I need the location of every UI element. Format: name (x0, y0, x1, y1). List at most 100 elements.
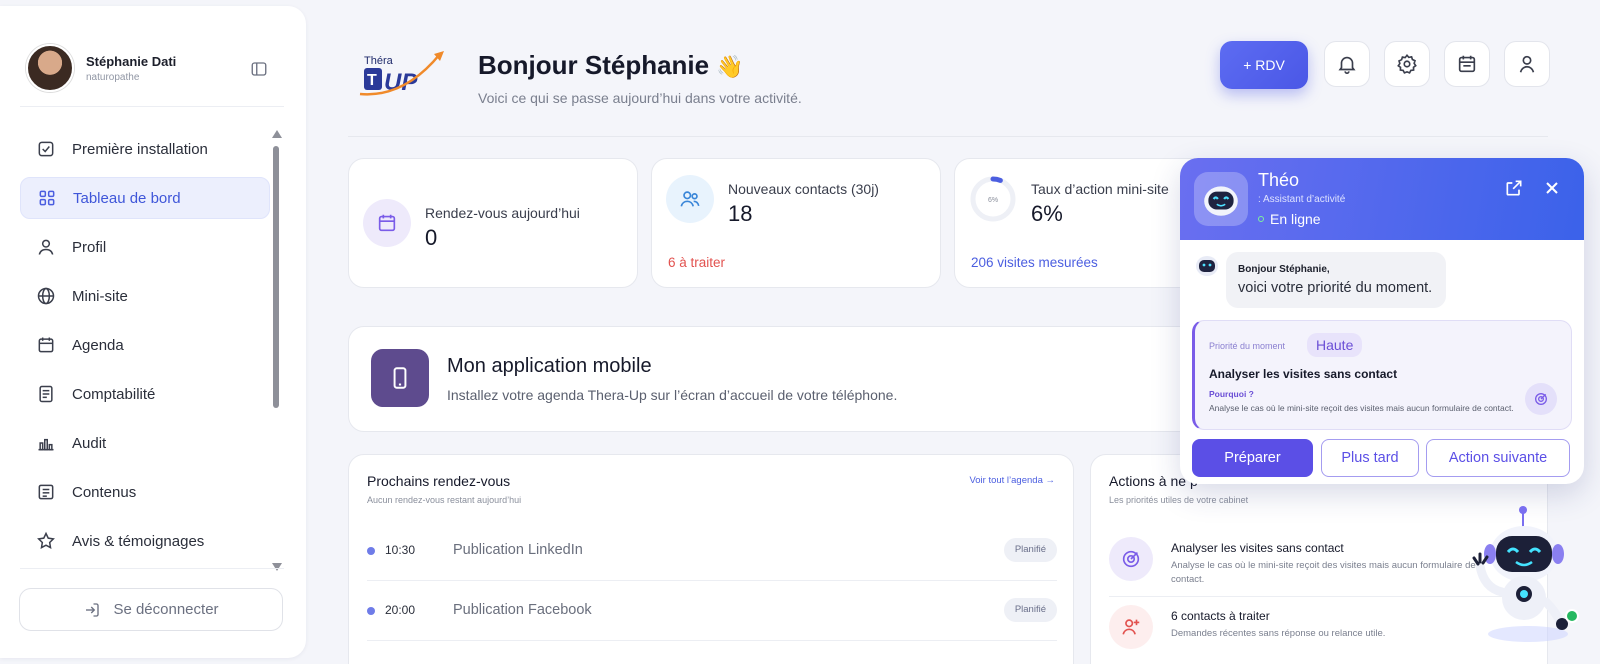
page-subtitle: Voici ce qui se passe aujourd’hui dans v… (478, 90, 802, 106)
sidebar-item-premiere-installation[interactable]: Première installation (20, 128, 270, 170)
document-icon (36, 482, 56, 502)
kpi-card-rdv-today[interactable]: Rendez-vous aujourd’hui 0 (348, 158, 638, 288)
avatar (26, 44, 74, 92)
sidebar-item-agenda[interactable]: Agenda (20, 324, 270, 366)
progress-ring: 6% (969, 175, 1017, 223)
assistant-role: : Assistant d’activité (1258, 194, 1346, 205)
sidebar: Stéphanie Dati naturopathe Première inst… (0, 6, 306, 658)
user-icon (1516, 53, 1538, 75)
target-icon[interactable] (1525, 383, 1557, 415)
calendar-button[interactable] (1444, 41, 1490, 87)
status-dot (1258, 216, 1264, 222)
scroll-down-arrow[interactable] (272, 563, 282, 571)
appointment-time: 20:00 (385, 603, 416, 617)
prepare-button[interactable]: Préparer (1192, 439, 1313, 477)
close-icon[interactable] (1542, 178, 1562, 198)
sidebar-item-audit[interactable]: Audit (20, 422, 270, 464)
user-plus-icon (1109, 605, 1153, 649)
users-icon (666, 175, 714, 223)
sidebar-item-comptabilite[interactable]: Comptabilité (20, 373, 270, 415)
action-desc: Analyse le cas où le mini-site reçoit de… (1171, 560, 1476, 585)
kpi-alert-link[interactable]: 6 à traiter (668, 255, 725, 270)
scroll-up-arrow[interactable] (272, 130, 282, 138)
external-link-icon[interactable] (1504, 178, 1524, 198)
status-text: En ligne (1270, 211, 1321, 227)
globe-icon (36, 286, 56, 306)
status-badge: Planifié (1003, 598, 1057, 622)
action-item[interactable]: Analyser les visites sans contact Analys… (1109, 537, 1529, 597)
sidebar-item-contenus[interactable]: Contenus (20, 471, 270, 513)
status-dot (367, 547, 375, 555)
priority-card[interactable]: Priorité du moment Haute Analyser les vi… (1192, 320, 1572, 430)
bell-icon (1336, 53, 1358, 75)
sidebar-item-avis-temoignages[interactable]: Avis & témoignages (20, 520, 270, 562)
sidebar-item-mini-site[interactable]: Mini-site (20, 275, 270, 317)
page-title: Bonjour Stéphanie 👋 (478, 50, 744, 81)
sidebar-item-profil[interactable]: Profil (20, 226, 270, 268)
checkbox-icon (36, 139, 56, 159)
mobile-title: Mon application mobile (447, 355, 652, 377)
calendar-icon (36, 335, 56, 355)
wave-icon: 👋 (716, 54, 744, 79)
later-button[interactable]: Plus tard (1321, 439, 1419, 477)
assistant-name: Théo (1258, 170, 1300, 190)
action-item[interactable]: 6 contacts à traiter Demandes récentes s… (1109, 605, 1529, 655)
notifications-button[interactable] (1324, 41, 1370, 87)
robot-avatar-icon (1194, 252, 1220, 278)
star-icon (36, 531, 56, 551)
view-agenda-link[interactable]: Voir tout l’agenda → (969, 475, 1055, 486)
sidebar-item-label: Agenda (72, 336, 124, 354)
kpi-label: Rendez-vous aujourd’hui (425, 205, 580, 221)
priority-label: Priorité du moment (1209, 341, 1286, 351)
sidebar-item-label: Mini-site (72, 287, 128, 305)
user-role: naturopathe (86, 71, 140, 83)
scroll-thumb[interactable] (273, 146, 279, 408)
sidebar-item-label: Tableau de bord (73, 189, 181, 207)
settings-button[interactable] (1384, 41, 1430, 87)
kpi-value: 0 (425, 225, 438, 250)
new-rdv-button[interactable]: + RDV (1220, 41, 1308, 89)
status-badge: Planifié (1003, 538, 1057, 562)
sidebar-item-label: Première installation (72, 140, 208, 158)
target-icon (1109, 537, 1153, 581)
priority-title: Analyser les visites sans contact (1209, 367, 1398, 381)
ring-label: 6% (988, 197, 998, 204)
assistant-robot-launcher[interactable] (1468, 502, 1584, 648)
ledger-icon (36, 384, 56, 404)
next-action-button[interactable]: Action suivante (1426, 439, 1570, 477)
gear-icon (1396, 53, 1418, 75)
sidebar-item-label: Comptabilité (72, 385, 156, 403)
sidebar-item-label: Avis & témoignages (72, 532, 205, 550)
sidebar-item-tableau-de-bord[interactable]: Tableau de bord (20, 177, 270, 219)
why-text: Analyse le cas où le mini-site reçoit de… (1209, 403, 1514, 413)
sidebar-item-label: Contenus (72, 483, 137, 501)
status-dot (367, 607, 375, 615)
account-button[interactable] (1504, 41, 1550, 87)
message-text: voici votre priorité du moment. (1238, 280, 1433, 296)
logout-button[interactable]: Se déconnecter (19, 588, 283, 631)
grid-icon (37, 188, 57, 208)
action-title: 6 contacts à traiter (1171, 609, 1270, 623)
sidebar-item-label: Profil (72, 238, 107, 256)
user-profile[interactable]: Stéphanie Dati naturopathe (26, 44, 176, 92)
why-label: Pourquoi ? (1209, 389, 1254, 399)
robot-avatar-icon (1194, 172, 1248, 226)
sidebar-toggle-icon[interactable] (250, 60, 268, 78)
mobile-subtitle: Installez votre agenda Thera-Up sur l’éc… (447, 387, 898, 403)
appointment-row[interactable]: 10:30 Publication LinkedIn Planifié (367, 521, 1057, 581)
kpi-card-new-contacts[interactable]: Nouveaux contacts (30j) 18 6 à traiter (651, 158, 941, 288)
top-toolbar: + RDV (1220, 41, 1564, 89)
appointments-card: Prochains rendez-vous Aucun rendez-vous … (348, 454, 1074, 664)
appointment-name: Publication Facebook (453, 602, 592, 618)
kpi-value: 18 (728, 201, 753, 226)
logout-label: Se déconnecter (113, 601, 219, 618)
thera-up-logo[interactable]: Théra T UP (354, 50, 454, 102)
assistant-chat-panel: Théo : Assistant d’activité En ligne Bon… (1180, 158, 1584, 484)
divider (20, 568, 284, 569)
kpi-visits-link[interactable]: 206 visites mesurées (971, 255, 1098, 270)
sidebar-item-label: Audit (72, 434, 107, 452)
calendar-icon (1456, 53, 1478, 75)
appointment-row[interactable]: 20:00 Publication Facebook Planifié (367, 581, 1057, 641)
card-subtitle: Les priorités utiles de votre cabinet (1109, 495, 1249, 505)
sidebar-scrollbar[interactable] (272, 130, 282, 571)
